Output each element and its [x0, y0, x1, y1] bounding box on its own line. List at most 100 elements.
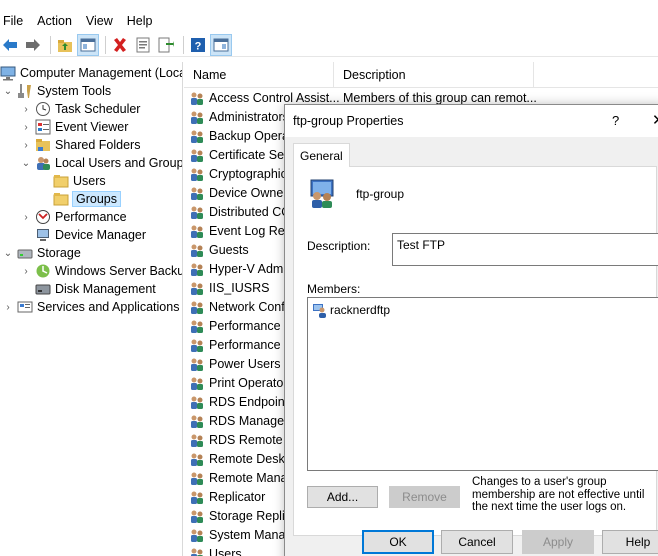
ok-button[interactable]: OK: [362, 530, 434, 554]
back-arrow-icon[interactable]: [0, 35, 20, 55]
members-label: Members:: [307, 282, 361, 296]
services-icon: [17, 299, 33, 315]
tree-item-performance[interactable]: › Performance: [20, 208, 127, 226]
list-item[interactable]: Performance M: [189, 335, 294, 354]
help-button[interactable]: Help: [602, 530, 658, 554]
chevron-right-icon[interactable]: ›: [20, 266, 32, 277]
tree-item-label: Computer Management (Local: [20, 66, 183, 80]
folder-icon: [53, 173, 69, 189]
column-header-name[interactable]: Name: [184, 62, 334, 88]
list-item[interactable]: Cryptographic: [189, 164, 287, 183]
list-item[interactable]: Guests: [189, 240, 249, 259]
list-item[interactable]: Print Operator: [189, 373, 288, 392]
tree-item-shared-folders[interactable]: › Shared Folders: [20, 136, 140, 154]
group-icon: [189, 489, 205, 505]
list-item[interactable]: Replicator: [189, 487, 265, 506]
chevron-right-icon[interactable]: ›: [2, 302, 14, 313]
list-item[interactable]: IIS_IUSRS: [189, 278, 269, 297]
list-header: Name Description: [184, 62, 658, 88]
up-folder-icon[interactable]: [55, 35, 75, 55]
group-icon: [189, 356, 205, 372]
backup-icon: [35, 263, 51, 279]
tree-item-windows-server-backup[interactable]: › Windows Server Backup: [20, 262, 182, 280]
list-item[interactable]: Power Users: [189, 354, 281, 373]
tree-item-users[interactable]: Users: [53, 172, 106, 190]
list-item[interactable]: Distributed CO: [189, 202, 291, 221]
list-item[interactable]: Remote Manag: [189, 468, 294, 487]
list-item[interactable]: Users: [189, 544, 242, 556]
show-hide-tree-icon[interactable]: [77, 33, 99, 56]
tree-item-device-manager[interactable]: Device Manager: [35, 226, 146, 244]
tab-general[interactable]: General: [293, 143, 350, 167]
delete-icon[interactable]: [110, 35, 130, 55]
member-item[interactable]: racknerdftp: [312, 302, 390, 318]
list-item[interactable]: Hyper-V Admi: [189, 259, 286, 278]
group-name: ftp-group: [356, 187, 405, 201]
chevron-right-icon[interactable]: ›: [20, 212, 32, 223]
menu-view[interactable]: View: [82, 10, 119, 32]
svg-text:?: ?: [195, 40, 202, 52]
performance-icon: [35, 209, 51, 225]
column-header-description[interactable]: Description: [334, 62, 534, 88]
group-name-cell: Access Control Assist...: [209, 90, 340, 105]
group-icon: [189, 280, 205, 296]
group-name-cell: Network Confi: [209, 299, 288, 314]
menu-file[interactable]: File: [0, 10, 29, 32]
tree-item-system-tools[interactable]: ⌄ System Tools: [2, 82, 111, 100]
group-name-cell: Guests: [209, 242, 249, 257]
description-field[interactable]: Test FTP: [392, 233, 658, 266]
list-item[interactable]: Storage Replic: [189, 506, 291, 525]
cancel-button[interactable]: Cancel: [441, 530, 513, 554]
remove-button[interactable]: Remove: [389, 486, 460, 508]
tree-item-disk-management[interactable]: Disk Management: [35, 280, 156, 298]
close-icon[interactable]: ✕: [652, 111, 658, 129]
list-item[interactable]: Event Log Rea: [189, 221, 292, 240]
list-item[interactable]: Network Confi: [189, 297, 288, 316]
add-button[interactable]: Add...: [307, 486, 378, 508]
tree-item-label: Event Viewer: [55, 120, 129, 134]
menu-help[interactable]: Help: [123, 10, 159, 32]
group-icon: [189, 90, 205, 106]
export-list-icon[interactable]: [156, 35, 176, 55]
group-icon: [189, 470, 205, 486]
chevron-right-icon[interactable]: ›: [20, 140, 32, 151]
tree-item-storage[interactable]: ⌄ Storage: [2, 244, 81, 262]
computer-management-icon: [0, 65, 16, 81]
list-item[interactable]: Administrators: [189, 107, 289, 126]
properties-icon[interactable]: [133, 35, 153, 55]
action-pane-icon[interactable]: [210, 33, 232, 56]
tree-item-computer-management[interactable]: Computer Management (Local: [0, 64, 183, 82]
tree-item-task-scheduler[interactable]: › Task Scheduler: [20, 100, 140, 118]
list-item[interactable]: System Manag: [189, 525, 292, 544]
list-item[interactable]: Performance L: [189, 316, 291, 335]
tree-item-event-viewer[interactable]: › Event Viewer: [20, 118, 128, 136]
forward-arrow-icon[interactable]: [23, 35, 43, 55]
toolbar: ?: [0, 33, 658, 57]
list-item[interactable]: RDS Remote A: [189, 430, 294, 449]
list-item[interactable]: Certificate Serv: [189, 145, 294, 164]
tree-item-services-applications[interactable]: › Services and Applications: [2, 298, 179, 316]
tree-item-local-users-groups[interactable]: ⌄ Local Users and Groups: [20, 154, 182, 172]
list-item[interactable]: Device Owners: [189, 183, 294, 202]
chevron-down-icon[interactable]: ⌄: [2, 248, 14, 259]
chevron-down-icon[interactable]: ⌄: [2, 86, 14, 97]
help-icon[interactable]: ?: [188, 35, 208, 55]
tree-item-label: Services and Applications: [37, 300, 180, 314]
list-item[interactable]: Remote Deskto: [189, 449, 295, 468]
dialog-titlebar[interactable]: ftp-group Properties ? ✕: [285, 105, 658, 137]
group-description-cell: Members of this group can remot...: [343, 90, 537, 105]
apply-button[interactable]: Apply: [522, 530, 594, 554]
group-icon: [189, 223, 205, 239]
group-icon: [189, 128, 205, 144]
list-item[interactable]: Backup Operat: [189, 126, 292, 145]
list-item[interactable]: RDS Endpoint: [189, 392, 288, 411]
chevron-right-icon[interactable]: ›: [20, 104, 32, 115]
tree-item-groups[interactable]: Groups: [53, 190, 121, 208]
list-item[interactable]: RDS Managem: [189, 411, 294, 430]
chevron-down-icon[interactable]: ⌄: [20, 158, 32, 169]
help-question-icon[interactable]: ?: [612, 113, 619, 128]
chevron-right-icon[interactable]: ›: [20, 122, 32, 133]
members-list[interactable]: racknerdftp: [307, 297, 658, 471]
group-name-cell: Backup Operat: [209, 128, 293, 143]
menu-action[interactable]: Action: [33, 10, 78, 32]
